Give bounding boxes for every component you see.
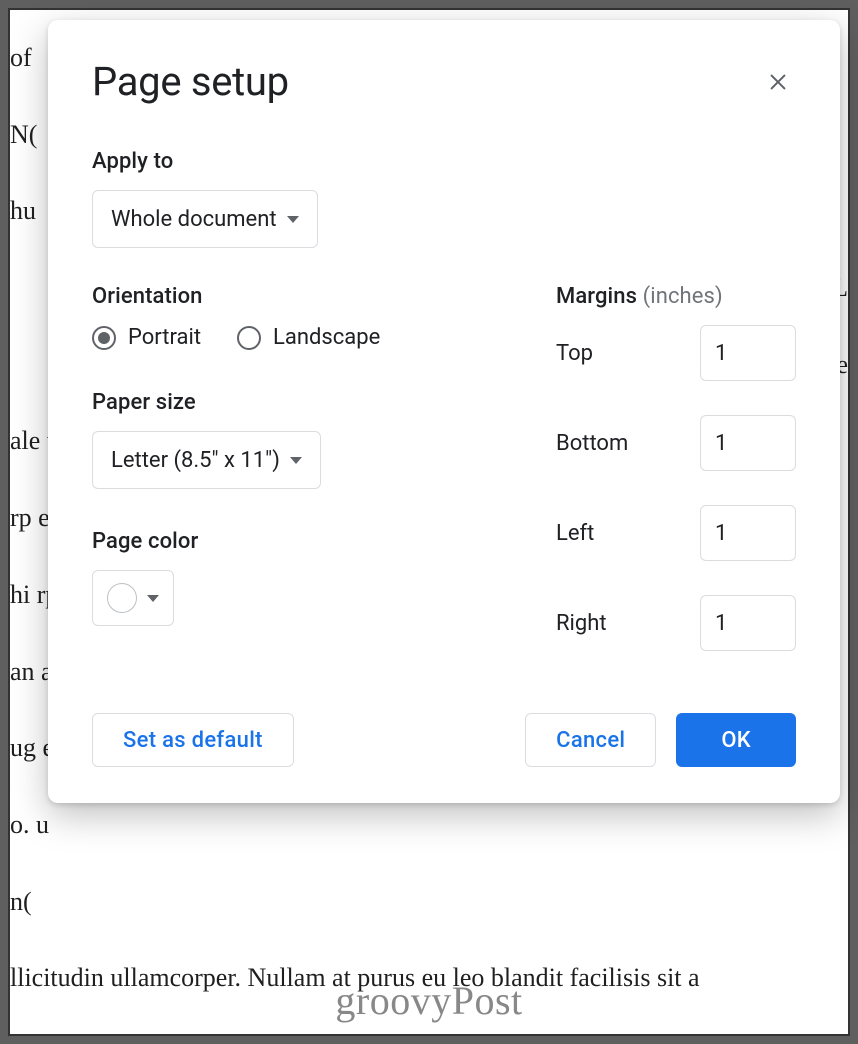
dialog-title: Page setup	[92, 58, 289, 105]
page-color-select[interactable]	[92, 570, 174, 626]
close-icon	[767, 71, 789, 93]
page-setup-dialog: Page setup Apply to Whole document Orien…	[48, 20, 840, 803]
orientation-label: Orientation	[92, 284, 496, 309]
paper-size-value: Letter (8.5" x 11")	[111, 448, 280, 473]
set-as-default-button[interactable]: Set as default	[92, 713, 294, 767]
margin-right-label: Right	[556, 611, 607, 636]
ok-button[interactable]: OK	[676, 713, 796, 767]
cancel-button[interactable]: Cancel	[525, 713, 656, 767]
margin-bottom-label: Bottom	[556, 431, 628, 456]
margin-top-label: Top	[556, 341, 593, 366]
orientation-landscape-radio[interactable]: Landscape	[237, 325, 380, 350]
apply-to-select[interactable]: Whole document	[92, 190, 318, 248]
close-button[interactable]	[760, 64, 796, 100]
radio-icon	[92, 326, 116, 350]
apply-to-value: Whole document	[111, 207, 277, 232]
margin-bottom-input[interactable]	[700, 415, 796, 471]
radio-icon	[237, 326, 261, 350]
margins-unit: (inches)	[643, 284, 723, 309]
color-swatch	[107, 583, 137, 613]
margin-left-label: Left	[556, 521, 594, 546]
margin-right-input[interactable]	[700, 595, 796, 651]
bg-text: llicitudin ullamcorper. Nullam at purus …	[10, 940, 848, 1017]
margin-top-input[interactable]	[700, 325, 796, 381]
margins-label: Margins (inches)	[556, 284, 796, 309]
margin-left-input[interactable]	[700, 505, 796, 561]
caret-down-icon	[287, 216, 299, 223]
portrait-label: Portrait	[128, 325, 201, 350]
landscape-label: Landscape	[273, 325, 380, 350]
bg-text: n(	[10, 864, 848, 941]
caret-down-icon	[290, 457, 302, 464]
caret-down-icon	[147, 595, 159, 602]
apply-to-label: Apply to	[92, 149, 796, 174]
paper-size-label: Paper size	[92, 390, 496, 415]
page-color-label: Page color	[92, 529, 496, 554]
paper-size-select[interactable]: Letter (8.5" x 11")	[92, 431, 321, 489]
orientation-portrait-radio[interactable]: Portrait	[92, 325, 201, 350]
